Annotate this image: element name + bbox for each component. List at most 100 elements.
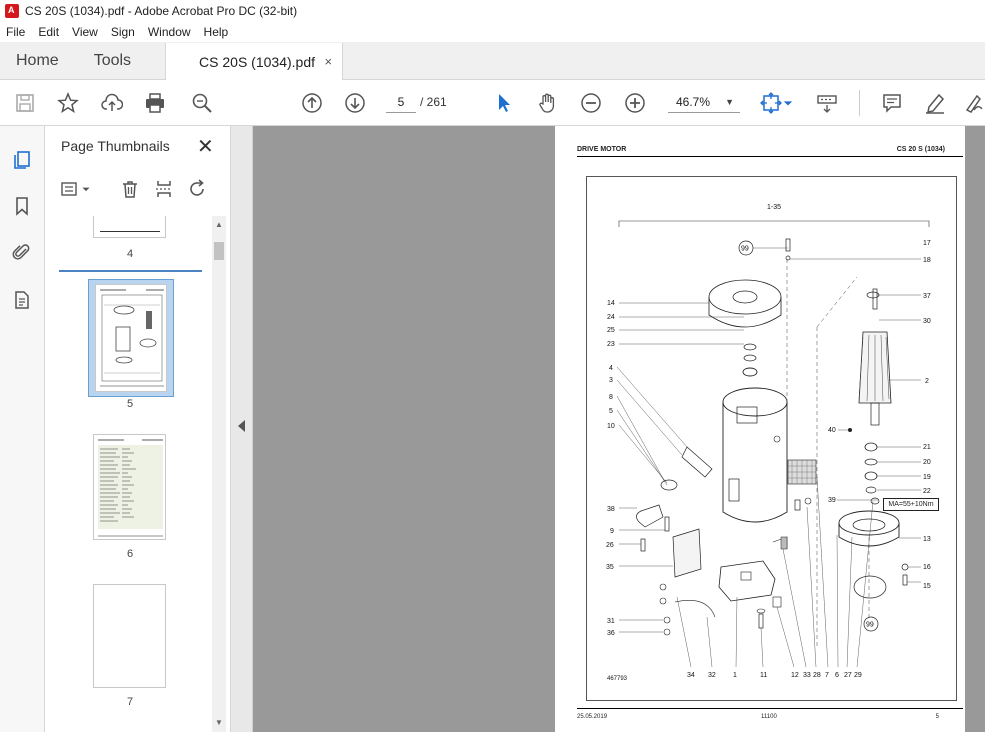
assembly-range-label: 1-35 [767,204,781,211]
callout-label: 29 [854,672,862,679]
menu-file[interactable]: File [6,25,25,39]
thumbnail-label: 5 [126,398,134,410]
document-layers-icon[interactable] [10,288,34,312]
draw-sign-icon[interactable] [962,90,985,116]
scrollbar-thumb[interactable] [214,242,224,260]
highlight-pen-icon[interactable] [922,90,948,116]
thumbnail-label: 4 [126,248,134,260]
tab-bar: Home Tools CS 20S (1034).pdf × [0,42,985,80]
zoom-search-icon[interactable] [189,90,215,116]
chevron-down-icon: ▼ [725,97,734,107]
document-tab-label: CS 20S (1034).pdf [199,53,316,70]
callout-label: 34 [687,672,695,679]
page-count: / 261 [420,95,447,109]
star-icon[interactable] [55,90,81,116]
page-number-input[interactable]: 5 [386,91,416,113]
window-title: CS 20S (1034).pdf - Adobe Acrobat Pro DC… [25,4,298,18]
zoom-level-select[interactable]: 46.7% ▼ [668,91,740,113]
callout-label: 14 [607,300,615,307]
options-chevron-icon[interactable] [79,176,93,202]
callout-label: 16 [923,564,931,571]
page-footer-number: 5 [935,714,939,720]
callout-label: 25 [607,327,615,334]
previous-page-icon[interactable] [299,90,325,116]
menu-sign[interactable]: Sign [111,25,135,39]
callout-label: 38 [607,506,615,513]
fit-options-chevron-icon[interactable] [782,90,794,116]
close-panel-button[interactable]: ✕ [197,134,214,159]
thumbnail-drop-indicator [59,270,202,272]
hand-tool-icon[interactable] [535,90,561,116]
next-page-icon[interactable] [342,90,368,116]
page-thumbnail[interactable] [93,434,166,540]
zoom-level-value: 46.7% [676,95,711,109]
insert-page-icon[interactable] [151,176,177,202]
save-icon[interactable] [12,90,38,116]
scroll-down-arrow-icon[interactable]: ▼ [212,716,226,730]
menu-bar: File Edit View Sign Window Help [0,22,985,42]
bookmark-icon[interactable] [10,194,34,218]
page-header-right: CS 20 S (1034) [896,146,945,153]
page-thumbnail[interactable] [95,284,167,392]
callout-label: 37 [923,293,931,300]
attachment-icon[interactable] [10,240,34,264]
navigation-rail [0,126,45,732]
callout-label: 28 [813,672,821,679]
page-thumbnails-panel: Page Thumbnails ✕ 4 5 6 7 ▲ ▼ [45,126,231,732]
callout-label: 39 [828,497,836,504]
tab-tools[interactable]: Tools [75,42,147,79]
callout-label: 31 [607,618,615,625]
document-viewport[interactable]: DRIVE MOTOR CS 20 S (1034) 1-35 99 99 14… [253,126,985,732]
thumbnail-scrollbar[interactable]: ▲ ▼ [212,216,226,732]
callout-label: 2 [925,378,929,385]
left-callout-labels: 14 24 25 23 4 3 8 5 10 38 9 26 35 31 36 [606,300,615,637]
callout-label: 21 [923,444,931,451]
callout-label: 19 [923,474,931,481]
page-thumbnail[interactable] [93,216,166,238]
page-footer-date: 25.05.2019 [577,714,608,720]
torque-annotation: MA=55+10Nm [883,498,939,511]
title-bar: CS 20S (1034).pdf - Adobe Acrobat Pro DC… [0,0,985,22]
panel-collapse-handle[interactable] [231,126,253,732]
thumbnail-label: 6 [126,548,134,560]
pdf-page: DRIVE MOTOR CS 20 S (1034) 1-35 99 99 14… [555,126,965,732]
select-cursor-icon[interactable] [491,90,517,116]
menu-view[interactable]: View [72,25,98,39]
close-tab-button[interactable]: × [324,54,332,69]
comment-icon[interactable] [879,90,905,116]
menu-window[interactable]: Window [148,25,191,39]
callout-label: 5 [609,408,613,415]
callout-label: 17 [923,240,931,247]
callout-label: 9 [610,528,614,535]
keyboard-scroll-icon[interactable] [814,90,840,116]
page-footer-code: 11100 [761,714,777,720]
callout-label: 4 [609,365,613,372]
menu-edit[interactable]: Edit [38,25,59,39]
scroll-up-arrow-icon[interactable]: ▲ [212,218,226,232]
callout-label: 27 [844,672,852,679]
zoom-in-icon[interactable] [622,90,648,116]
menu-help[interactable]: Help [204,25,229,39]
callout-label: 35 [606,564,614,571]
callout-label: 36 [607,630,615,637]
upload-cloud-icon[interactable] [99,90,125,116]
callout-label: 23 [607,341,615,348]
callout-label: 26 [606,542,614,549]
callout-label: 8 [609,394,613,401]
callout-label: 6 [835,672,839,679]
delete-page-icon[interactable] [117,176,143,202]
page-header-left: DRIVE MOTOR [577,146,627,153]
callout-label: 32 [708,672,716,679]
fit-page-icon[interactable] [758,90,784,116]
exploded-parts-drawing: 1-35 99 99 14 24 25 23 4 3 8 5 10 38 9 2… [586,176,957,701]
acrobat-app-icon [5,4,19,18]
tab-home[interactable]: Home [0,42,75,79]
zoom-out-icon[interactable] [578,90,604,116]
page-thumbnail[interactable] [93,584,166,688]
print-icon[interactable] [142,90,168,116]
tab-document[interactable]: CS 20S (1034).pdf × [165,43,344,80]
page-thumbnails-icon[interactable] [10,148,34,172]
callout-label: 13 [923,536,931,543]
callout-label: 10 [607,423,615,430]
rotate-page-icon[interactable] [185,176,211,202]
